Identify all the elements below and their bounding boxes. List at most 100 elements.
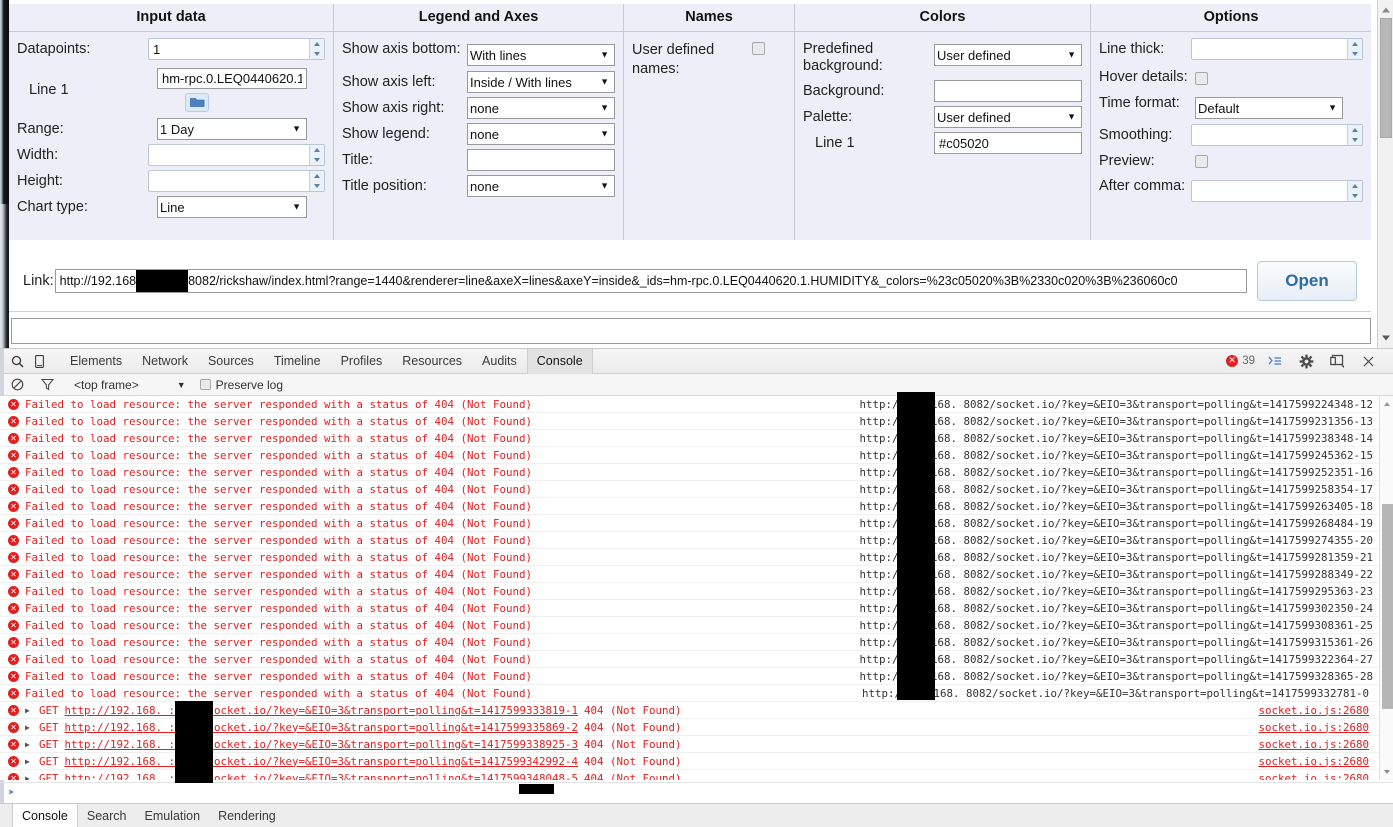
console-source-url[interactable]: http://192.168. 8082/socket.io/?key=&EIO… <box>859 398 1373 411</box>
hover-details-checkbox[interactable] <box>1195 72 1208 85</box>
after-comma-spin-buttons[interactable] <box>1347 181 1362 201</box>
open-button[interactable]: Open <box>1257 261 1357 301</box>
title-input[interactable] <box>467 149 615 171</box>
console-error-row[interactable]: Failed to load resource: the server resp… <box>0 651 1393 668</box>
axis-left-select[interactable]: Inside / With lines <box>467 71 615 93</box>
expand-arrow-icon[interactable] <box>25 706 35 715</box>
smoothing-stepper[interactable] <box>1191 124 1363 146</box>
source-file-link[interactable]: socket.io.js:2680 <box>1258 721 1369 734</box>
frame-selector[interactable]: <top frame> <box>74 378 139 392</box>
console-source-url[interactable]: http://192.168. 8082/socket.io/?key=&EIO… <box>859 636 1373 649</box>
close-icon[interactable] <box>1357 351 1379 371</box>
console-source-url[interactable]: http://192.168. 8082/socket.io/?key=&EIO… <box>859 432 1373 445</box>
datapoints-spin-buttons[interactable] <box>309 39 324 59</box>
axis-left-select-wrap[interactable]: Inside / With lines ▼ <box>467 71 615 93</box>
console-source-url[interactable]: http://192.168. 8082/socket.io/?key=&EIO… <box>859 517 1373 530</box>
console-error-row[interactable]: Failed to load resource: the server resp… <box>0 430 1393 447</box>
tab-console[interactable]: Console <box>526 348 593 374</box>
console-source-url[interactable]: http://192.168. 8082/socket.io/?key=&EIO… <box>859 449 1373 462</box>
scroll-up-icon[interactable] <box>1380 397 1393 411</box>
console-error-row[interactable]: Failed to load resource: the server resp… <box>0 396 1393 413</box>
color-line1-input[interactable] <box>934 132 1082 154</box>
smoothing-input[interactable] <box>1191 124 1363 146</box>
request-url[interactable]: http://192.168. :8082/socket.io/?key=&EI… <box>65 721 579 734</box>
expand-arrow-icon[interactable] <box>25 774 35 781</box>
console-error-row[interactable]: Failed to load resource: the server resp… <box>0 583 1393 600</box>
axis-right-select-wrap[interactable]: none ▼ <box>467 97 615 119</box>
line-thick-spin-buttons[interactable] <box>1347 39 1362 59</box>
source-file-link[interactable]: socket.io.js:2680 <box>1258 772 1369 781</box>
folder-open-icon[interactable] <box>185 93 209 112</box>
console-source-url[interactable]: http://192.168. 8082/socket.io/?key=&EIO… <box>859 534 1373 547</box>
charttype-select[interactable]: Line <box>157 196 307 218</box>
preserve-log-toggle[interactable]: Preserve log <box>199 378 283 392</box>
predefined-background-select-wrap[interactable]: User defined ▼ <box>934 44 1082 66</box>
drawer-tab-console[interactable]: Console <box>12 803 78 827</box>
console-source-url[interactable]: http://192.168. 8082/socket.io/?key=&EIO… <box>859 653 1373 666</box>
height-input[interactable] <box>148 170 325 192</box>
console-source-url[interactable]: http://192.168. 8082/socket.io/?key=&EIO… <box>859 619 1373 632</box>
console-scroll-thumb[interactable] <box>1382 504 1393 709</box>
preview-checkbox[interactable] <box>1195 155 1208 168</box>
console-error-row[interactable]: Failed to load resource: the server resp… <box>0 498 1393 515</box>
tab-audits[interactable]: Audits <box>472 349 527 374</box>
console-error-row[interactable]: Failed to load resource: the server resp… <box>0 668 1393 685</box>
axis-bottom-select-wrap[interactable]: With lines ▼ <box>467 44 615 66</box>
predefined-background-select[interactable]: User defined <box>934 44 1082 66</box>
console-source-url[interactable]: http://192.168. 8082/socket.io/?key=&EIO… <box>859 602 1373 615</box>
preserve-log-checkbox[interactable] <box>199 379 211 390</box>
spin-up-icon[interactable] <box>1348 181 1362 191</box>
request-url[interactable]: http://192.168. :8082/socket.io/?key=&EI… <box>65 755 579 768</box>
preview-textarea[interactable] <box>11 318 1371 344</box>
spin-up-icon[interactable] <box>310 39 324 49</box>
request-url[interactable]: http://192.168. :8082/socket.io/?key=&EI… <box>65 772 579 781</box>
time-format-select[interactable]: Default <box>1195 97 1343 119</box>
after-comma-stepper[interactable] <box>1191 180 1363 202</box>
console-error-row[interactable]: Failed to load resource: the server resp… <box>0 634 1393 651</box>
spin-up-icon[interactable] <box>1348 125 1362 135</box>
axis-bottom-select[interactable]: With lines <box>467 44 615 66</box>
expand-arrow-icon[interactable] <box>25 740 35 749</box>
drawer-tab-search[interactable]: Search <box>78 804 136 827</box>
console-source-url[interactable]: http://192.168. 8082/socket.io/?key=&EIO… <box>859 568 1373 581</box>
console-error-row[interactable]: Failed to load resource: the server resp… <box>0 464 1393 481</box>
expand-arrow-icon[interactable] <box>25 757 35 766</box>
source-file-link[interactable]: socket.io.js:2680 <box>1258 704 1369 717</box>
legend-select-wrap[interactable]: none ▼ <box>467 123 615 145</box>
gear-icon[interactable] <box>1295 351 1317 371</box>
smoothing-spin-buttons[interactable] <box>1347 125 1362 145</box>
height-stepper[interactable] <box>148 170 325 192</box>
expand-arrow-icon[interactable] <box>25 723 35 732</box>
console-error-row[interactable]: Failed to load resource: the server resp… <box>0 447 1393 464</box>
tab-resources[interactable]: Resources <box>392 349 472 374</box>
device-toggle-icon[interactable] <box>28 351 50 371</box>
tab-profiles[interactable]: Profiles <box>331 349 393 374</box>
console-source-url[interactable]: http://192.168. 8082/socket.io/?key=&EIO… <box>859 415 1373 428</box>
dock-icon[interactable] <box>1326 351 1348 371</box>
console-source-url[interactable]: http://192.168. 8082/socket.io/?key=&EIO… <box>859 670 1373 683</box>
tab-timeline[interactable]: Timeline <box>264 349 331 374</box>
scroll-down-icon[interactable] <box>1380 765 1393 779</box>
width-stepper[interactable] <box>148 144 325 166</box>
user-defined-names-checkbox[interactable] <box>752 42 765 55</box>
width-spin-buttons[interactable] <box>309 145 324 165</box>
scroll-down-icon[interactable] <box>1378 330 1393 346</box>
line-thick-stepper[interactable] <box>1191 38 1363 60</box>
legend-select[interactable]: none <box>467 123 615 145</box>
palette-select-wrap[interactable]: User defined ▼ <box>934 106 1082 128</box>
page-vertical-scrollbar[interactable] <box>1377 0 1393 348</box>
range-select-wrap[interactable]: 1 Day ▼ <box>157 118 307 140</box>
filter-icon[interactable] <box>36 375 58 395</box>
line1-id-input[interactable] <box>157 68 307 89</box>
datapoints-stepper[interactable] <box>148 38 325 60</box>
console-source-url[interactable]: http://192.168. 8082/socket.io/?key=&EIO… <box>859 585 1373 598</box>
request-url[interactable]: http://192.168. :8082/socket.io/?key=&EI… <box>65 704 579 717</box>
spin-up-icon[interactable] <box>310 171 324 181</box>
clear-console-icon[interactable] <box>6 375 28 395</box>
spin-up-icon[interactable] <box>1348 39 1362 49</box>
title-position-select[interactable]: none <box>467 175 615 197</box>
tab-network[interactable]: Network <box>132 349 198 374</box>
palette-select[interactable]: User defined <box>934 106 1082 128</box>
page-scroll-thumb[interactable] <box>1380 18 1392 138</box>
spin-down-icon[interactable] <box>310 155 324 165</box>
